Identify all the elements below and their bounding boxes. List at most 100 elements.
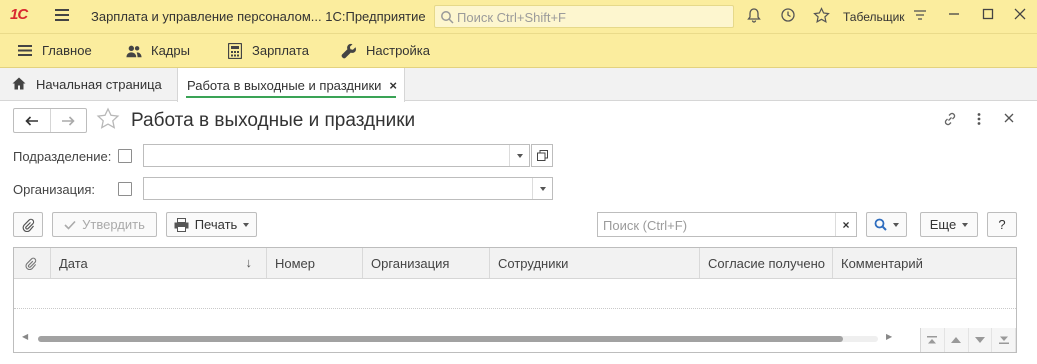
scroll-left-icon[interactable]: ◀ xyxy=(22,332,28,341)
menu-item-hr[interactable]: Кадры xyxy=(126,34,190,67)
column-employees-label: Сотрудники xyxy=(498,255,569,271)
last-page-icon[interactable] xyxy=(992,328,1016,352)
tab-weekend-work[interactable]: Работа в выходные и праздники × xyxy=(177,68,405,102)
main-menu-icon[interactable] xyxy=(55,9,69,22)
column-date-label: Дата xyxy=(59,255,88,271)
close-window-icon[interactable] xyxy=(1011,7,1029,25)
section-menu-bar: Главное Кадры Зарплата Настройка xyxy=(0,33,1037,68)
search-icon xyxy=(874,218,887,231)
open-window-icon xyxy=(536,150,548,161)
list-search-placeholder: Поиск (Ctrl+F) xyxy=(603,218,688,233)
open-department-button[interactable] xyxy=(531,144,553,167)
column-employees[interactable]: Сотрудники xyxy=(490,248,700,278)
help-button[interactable]: ? xyxy=(987,212,1017,237)
column-number[interactable]: Номер xyxy=(267,248,363,278)
chevron-down-icon[interactable] xyxy=(532,178,552,199)
menu-item-label: Зарплата xyxy=(252,43,309,58)
settings-lines-icon[interactable] xyxy=(911,7,929,25)
tab-home[interactable]: Начальная страница xyxy=(0,68,176,101)
column-comment-label: Комментарий xyxy=(841,255,923,271)
link-icon[interactable] xyxy=(941,111,959,129)
search-icon xyxy=(441,11,454,24)
global-search-placeholder: Поиск Ctrl+Shift+F xyxy=(457,10,566,25)
horizontal-scrollbar[interactable] xyxy=(38,336,878,342)
column-consent[interactable]: Согласие получено xyxy=(700,248,833,278)
list-search-input[interactable]: Поиск (Ctrl+F) × xyxy=(597,212,857,237)
department-label: Подразделение: xyxy=(13,149,112,164)
table-row-empty[interactable] xyxy=(14,279,1016,309)
menu-item-settings[interactable]: Настройка xyxy=(341,34,430,67)
global-search-input[interactable]: Поиск Ctrl+Shift+F xyxy=(434,5,734,28)
column-date[interactable]: Дата ↓ xyxy=(51,248,267,278)
bell-icon[interactable] xyxy=(745,7,763,25)
more-actions-button[interactable]: Еще xyxy=(920,212,978,237)
chevron-down-icon xyxy=(962,222,969,227)
column-organization-label: Организация xyxy=(371,255,450,271)
menu-item-main[interactable]: Главное xyxy=(17,34,92,67)
documents-table[interactable]: Дата ↓ Номер Организация Сотрудники Согл… xyxy=(13,247,1017,353)
home-icon xyxy=(12,77,26,93)
current-user[interactable]: Табельщик xyxy=(843,10,905,24)
column-attachments[interactable] xyxy=(14,248,51,278)
column-consent-label: Согласие получено xyxy=(708,255,825,271)
tab-close-icon[interactable]: × xyxy=(389,78,397,93)
menu-item-label: Главное xyxy=(42,43,92,58)
approve-label: Утвердить xyxy=(82,217,145,232)
nav-buttons xyxy=(13,108,87,133)
favorites-star-icon[interactable] xyxy=(812,7,830,25)
column-organization[interactable]: Организация xyxy=(363,248,490,278)
people-icon xyxy=(126,43,142,59)
department-field[interactable] xyxy=(143,144,530,167)
attachments-button[interactable] xyxy=(13,212,43,237)
add-to-favorites-icon[interactable] xyxy=(96,107,120,137)
menu-item-label: Настройка xyxy=(366,43,430,58)
hamburger-icon xyxy=(17,43,33,59)
app-logo[interactable]: 1С xyxy=(10,6,28,23)
paperclip-icon xyxy=(22,218,35,232)
scroll-right-icon[interactable]: ▶ xyxy=(886,332,892,341)
printer-icon xyxy=(174,217,189,232)
back-arrow-icon[interactable] xyxy=(14,109,51,132)
list-navigation-buttons xyxy=(920,328,1016,352)
chevron-down-icon xyxy=(243,222,250,227)
minimize-icon[interactable] xyxy=(945,7,963,25)
organization-filter-checkbox[interactable] xyxy=(118,182,132,196)
help-label: ? xyxy=(998,217,1006,232)
column-comment[interactable]: Комментарий xyxy=(833,248,1016,278)
page-up-icon[interactable] xyxy=(944,328,969,352)
column-number-label: Номер xyxy=(275,255,316,271)
menu-item-payroll[interactable]: Зарплата xyxy=(227,34,309,67)
tab-label: Начальная страница xyxy=(36,77,162,92)
menu-item-label: Кадры xyxy=(151,43,190,58)
more-actions-label: Еще xyxy=(929,217,957,232)
table-header: Дата ↓ Номер Организация Сотрудники Согл… xyxy=(14,248,1016,279)
paperclip-icon xyxy=(25,257,37,270)
forward-arrow-icon[interactable] xyxy=(51,109,87,132)
page-down-icon[interactable] xyxy=(968,328,993,352)
chevron-down-icon xyxy=(893,222,899,227)
scrollbar-thumb[interactable] xyxy=(38,336,843,342)
open-windows-tabbar: Начальная страница Работа в выходные и п… xyxy=(0,68,1037,102)
approve-button[interactable]: Утвердить xyxy=(52,212,157,237)
history-icon[interactable] xyxy=(779,7,797,25)
chevron-down-icon[interactable] xyxy=(509,145,529,166)
search-options-button[interactable] xyxy=(866,212,907,237)
wrench-icon xyxy=(341,43,357,59)
department-filter-checkbox[interactable] xyxy=(118,149,132,163)
print-label: Печать xyxy=(194,217,238,232)
app-title: Зарплата и управление персоналом... 1С:П… xyxy=(91,9,426,24)
form-title: Работа в выходные и праздники xyxy=(131,110,416,131)
clear-search-icon[interactable]: × xyxy=(835,213,856,236)
sort-descending-icon: ↓ xyxy=(245,255,253,270)
organization-label: Организация: xyxy=(13,182,96,197)
first-page-icon[interactable] xyxy=(921,328,945,352)
organization-field[interactable] xyxy=(143,177,553,200)
close-form-icon[interactable] xyxy=(1000,111,1018,129)
checkmark-icon xyxy=(64,220,76,230)
calculator-icon xyxy=(227,42,243,59)
tab-label: Работа в выходные и праздники xyxy=(187,77,382,93)
title-bar: 1С Зарплата и управление персоналом... 1… xyxy=(0,0,1037,33)
print-button[interactable]: Печать xyxy=(166,212,257,237)
more-vertical-icon[interactable] xyxy=(970,111,988,129)
maximize-icon[interactable] xyxy=(979,7,997,25)
